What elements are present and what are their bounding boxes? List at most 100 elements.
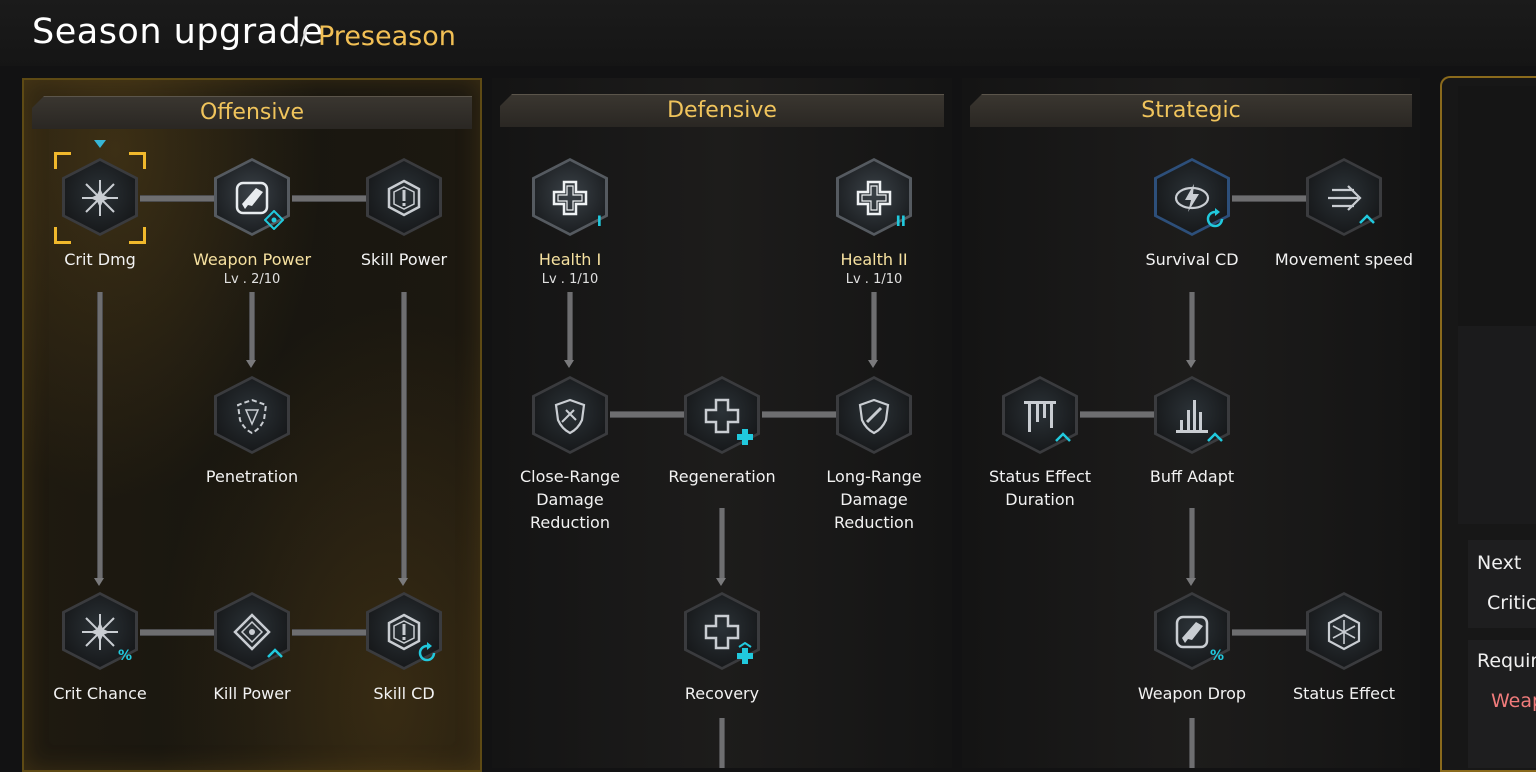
connector-arrow (868, 360, 878, 368)
details-preview-lower (1458, 326, 1536, 524)
health-1-label: Health I (538, 250, 602, 269)
survival-cd-node[interactable] (1152, 156, 1232, 236)
connector (1232, 629, 1306, 636)
connector-arrow (94, 578, 104, 586)
status-effect-label: Status Effect (1292, 684, 1396, 703)
details-preview (1458, 86, 1536, 326)
connector (292, 195, 366, 202)
connector (719, 508, 725, 578)
weapon-drop-node[interactable]: % (1152, 590, 1232, 670)
shield-fist-icon (554, 398, 586, 435)
crit-dmg-label: Crit Dmg (64, 250, 136, 269)
buff-adapt-node[interactable] (1152, 374, 1232, 454)
weapon-power-level: Lv . 2/10 (223, 272, 281, 287)
weapon-power-node[interactable] (212, 156, 292, 236)
kill-power-node[interactable] (212, 590, 292, 670)
percent-badge: % (117, 648, 132, 664)
top-bar: Season upgrade / Preseason (0, 0, 1536, 66)
defensive-header: Defensive (500, 94, 944, 127)
pierced-shield-icon (236, 398, 268, 435)
plus-badge-icon (737, 429, 753, 445)
target-badge-icon (264, 210, 284, 230)
offensive-header: Offensive (32, 96, 472, 129)
connector (401, 292, 407, 578)
upgrade-chevron-icon (1055, 432, 1071, 442)
connector (292, 629, 366, 636)
upgrade-chevron-icon (267, 648, 283, 658)
connector (1232, 195, 1306, 202)
health-1-level: Lv . 1/10 (541, 272, 599, 287)
health-1-node[interactable]: I (530, 156, 610, 236)
recovery-label: Recovery (684, 684, 760, 703)
connector (140, 195, 214, 202)
weapon-drop-label: Weapon Drop (1137, 684, 1247, 703)
connector-arrow (1186, 360, 1196, 368)
skill-cd-node[interactable] (364, 590, 444, 670)
tier-badge: II (895, 214, 906, 230)
next-label: Next (1477, 552, 1522, 574)
long-range-dr-node[interactable] (834, 374, 914, 454)
connector-arrow (716, 578, 726, 586)
connector-arrow (564, 360, 574, 368)
long-range-label: Long-Range Damage Reduction (826, 467, 922, 532)
upgrade-chevron-icon (1207, 432, 1223, 442)
movement-speed-node[interactable] (1304, 156, 1384, 236)
crit-chance-label: Crit Chance (53, 684, 147, 703)
status-effect-icon (1327, 613, 1361, 651)
connector-arrow (246, 360, 256, 368)
crit-chance-node[interactable]: % (60, 590, 140, 670)
connector-arrow (1186, 578, 1196, 586)
connector (610, 411, 684, 418)
movement-speed-label: Movement speed (1274, 250, 1414, 269)
page-subtitle: Preseason (318, 21, 456, 52)
shield-bullet-icon (858, 398, 890, 435)
crit-burst-icon (82, 180, 118, 216)
skill-hex-icon (387, 179, 421, 217)
title-separator: / (300, 22, 309, 50)
connector (719, 718, 725, 768)
survival-cd-label: Survival CD (1145, 250, 1239, 269)
connector (567, 292, 573, 360)
connector (97, 292, 103, 578)
page-title: Season upgrade (32, 12, 324, 52)
next-value: Critica (1487, 592, 1536, 614)
weapon-icon (1175, 615, 1209, 649)
connector (140, 629, 214, 636)
close-range-dr-node[interactable] (530, 374, 610, 454)
weapon-power-label: Weapon Power (192, 250, 312, 269)
skill-cd-label: Skill CD (373, 684, 435, 703)
connector (871, 292, 877, 360)
connector (1189, 508, 1195, 578)
health-2-node[interactable]: II (834, 156, 914, 236)
require-label: Requir (1477, 650, 1536, 672)
percent-badge: % (1209, 648, 1224, 664)
connector (1189, 718, 1195, 768)
skill-power-node[interactable] (364, 156, 444, 236)
strategic-header: Strategic (970, 94, 1412, 127)
selection-corner (129, 227, 146, 244)
selection-corner (54, 227, 71, 244)
buff-adapt-label: Buff Adapt (1149, 467, 1235, 486)
close-range-label: Close-Range Damage Reduction (519, 467, 621, 532)
connector (1080, 411, 1154, 418)
selected-indicator-icon (94, 140, 106, 148)
cooldown-icon (1206, 208, 1224, 228)
regeneration-node[interactable] (682, 374, 762, 454)
health-cross-icon (856, 180, 892, 216)
status-effect-duration-node[interactable] (1000, 374, 1080, 454)
penetration-node[interactable] (212, 374, 292, 454)
regeneration-label: Regeneration (668, 467, 776, 486)
crit-dmg-node[interactable] (54, 140, 146, 244)
health-2-label: Health II (840, 250, 908, 269)
status-effect-node[interactable] (1304, 590, 1384, 670)
upgrade-chevron-icon (1359, 214, 1375, 224)
skill-power-label: Skill Power (360, 250, 448, 269)
connector (249, 292, 255, 360)
health-2-level: Lv . 1/10 (845, 272, 903, 287)
connector (762, 411, 836, 418)
selection-corner (54, 152, 71, 169)
kill-power-label: Kill Power (213, 684, 291, 703)
crit-burst-icon (82, 614, 118, 650)
penetration-label: Penetration (205, 467, 299, 486)
recovery-node[interactable] (682, 590, 762, 670)
